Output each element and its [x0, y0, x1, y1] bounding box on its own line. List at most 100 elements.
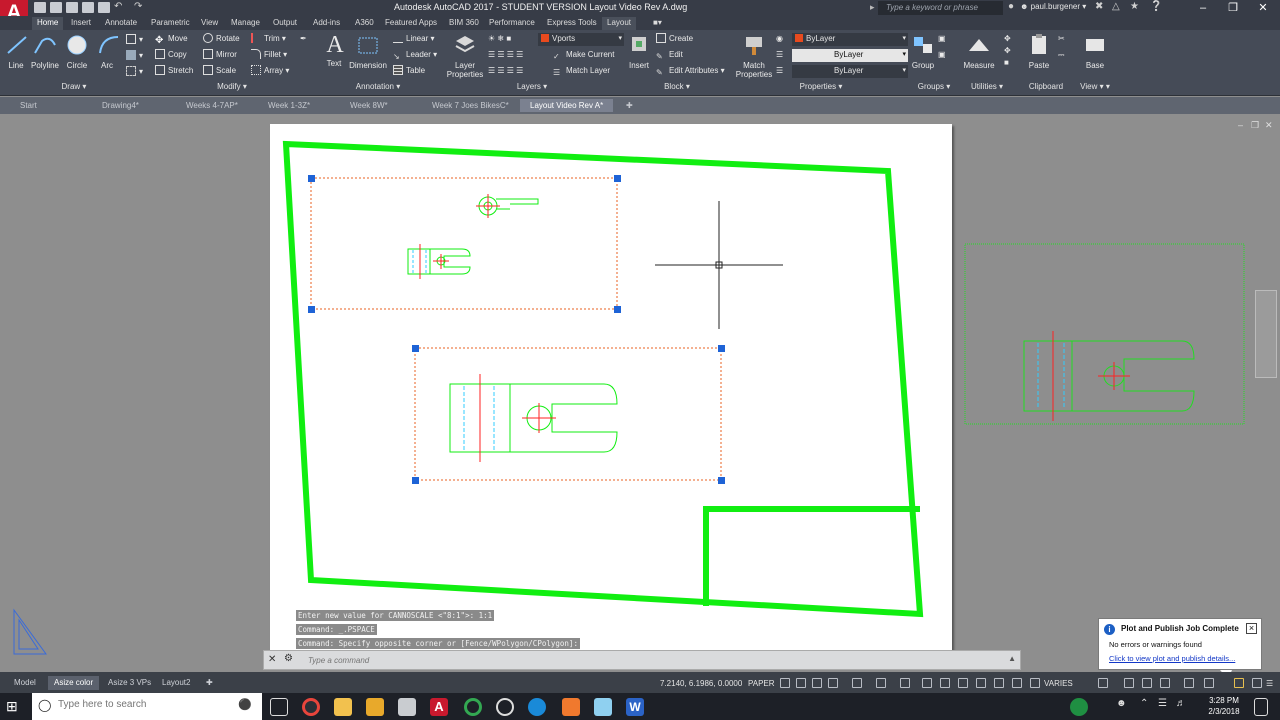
exchange-icon[interactable]: ✖ [1095, 1, 1103, 12]
tab-insert[interactable]: Insert [66, 17, 96, 30]
undo-icon[interactable]: ↶ [114, 1, 122, 12]
taskbar-search-input[interactable] [58, 699, 238, 710]
dimension-button[interactable]: Dimension [347, 33, 389, 70]
tab-express-tools[interactable]: Express Tools [542, 17, 602, 30]
transparency-icon[interactable] [940, 678, 950, 688]
clipboard-panel-title[interactable]: Clipboard [1018, 82, 1074, 94]
doc-tab-week-7-joes-bikes[interactable]: Week 7 Joes BikesC* [422, 99, 519, 112]
word-icon[interactable]: W [626, 698, 644, 716]
taskbar-search-box[interactable]: ◯ ⚫ [32, 693, 262, 720]
dynamic-ucs-icon[interactable] [900, 678, 910, 688]
tab-parametric[interactable]: Parametric [146, 17, 195, 30]
doc-tab-layout-video-rev-a[interactable]: Layout Video Rev A* [520, 99, 614, 112]
text-button[interactable]: A Text [322, 33, 346, 68]
tab-annotate[interactable]: Annotate [100, 17, 142, 30]
user-account[interactable]: ☻ paul.burgener ▾ [1020, 2, 1086, 11]
new-layout-button[interactable]: ✚ [200, 676, 219, 690]
copy-clip-icon[interactable]: ⎓ [1058, 49, 1064, 62]
layer-properties-button[interactable]: Layer Properties [444, 33, 486, 79]
measure-button[interactable]: Measure [962, 33, 996, 70]
tab-view[interactable]: View [196, 17, 223, 30]
annotation-visibility-icon[interactable] [1124, 678, 1134, 688]
paper-space-toggle[interactable]: PAPER [748, 679, 775, 688]
block-panel-title[interactable]: Block ▾ [624, 82, 730, 94]
drawing-canvas[interactable]: – ❐ ✕ Enter new value for CANNOSCALE <"8… [0, 114, 1280, 655]
view-panel-title[interactable]: View ▾ ▾ [1072, 82, 1118, 94]
match-properties-button[interactable]: Match Properties [734, 33, 774, 79]
recorder-icon[interactable] [562, 698, 580, 716]
3d-osnap-icon[interactable] [976, 678, 986, 688]
calculator-icon[interactable] [398, 698, 416, 716]
chrome-icon[interactable] [302, 698, 320, 716]
edit-attributes-button[interactable]: ✎ Edit Attributes ▾ [656, 65, 725, 78]
layer-tools-row-2[interactable]: ☰ ☰ ☰ ☰ [488, 65, 523, 78]
annotation-panel-title[interactable]: Annotation ▾ [316, 82, 440, 94]
layout-tab-asize-color[interactable]: Asize color [48, 676, 100, 690]
annotation-monitor-icon[interactable] [994, 678, 1004, 688]
layer-state-icons[interactable]: ☀ ❄ ■ [488, 33, 511, 46]
hardware-acceleration-icon[interactable] [1184, 678, 1194, 688]
doc-tab-start[interactable]: Start [10, 99, 47, 112]
match-layer-button[interactable]: ☰ Match Layer [553, 65, 610, 78]
draw-more-icon[interactable]: ▾ [126, 66, 143, 79]
annotation-scale-value[interactable]: VARIES [1044, 679, 1073, 688]
command-expand-icon[interactable]: ▲ [1008, 654, 1016, 663]
selection-cycling-icon[interactable] [958, 678, 968, 688]
open-file-icon[interactable] [50, 2, 62, 13]
draw-panel-title[interactable]: Draw ▾ [0, 82, 148, 94]
lineweight-dropdown[interactable]: ByLayer ▾ [792, 65, 908, 78]
insert-block-button[interactable]: Insert [626, 33, 652, 70]
properties-panel-title[interactable]: Properties ▾ [730, 82, 912, 94]
plot-publish-notification[interactable]: i Plot and Publish Job Complete × No err… [1098, 618, 1262, 670]
scale-button[interactable]: Scale [203, 65, 236, 78]
hatch-icon[interactable]: ▾ [126, 50, 143, 63]
table-button[interactable]: Table [393, 65, 425, 78]
command-close-icon[interactable]: ✕ [268, 654, 276, 665]
groups-panel-title[interactable]: Groups ▾ [912, 82, 956, 94]
clean-screen-icon[interactable] [1204, 678, 1214, 688]
erase-icon[interactable]: ✒ [300, 33, 307, 46]
quick-properties-icon[interactable] [1030, 678, 1040, 688]
save-icon[interactable] [66, 2, 78, 13]
linear-button[interactable]: Linear ▾ [393, 33, 435, 46]
notification-close-button[interactable]: × [1246, 623, 1257, 634]
layers-panel-title[interactable]: Layers ▾ [440, 82, 624, 94]
linetype-dropdown[interactable]: ByLayer ▾ [792, 49, 908, 62]
utilities-icons[interactable]: ✥ ✥ ■ [1004, 33, 1011, 67]
command-input[interactable] [308, 654, 968, 667]
array-button[interactable]: Array ▾ [251, 65, 289, 78]
new-file-icon[interactable] [34, 2, 46, 13]
osnap-icon[interactable] [852, 678, 862, 688]
file-explorer-icon[interactable] [334, 698, 352, 716]
action-center-icon[interactable] [1254, 698, 1268, 716]
a360-icon[interactable]: △ [1112, 1, 1120, 12]
ribbon-options-icon[interactable]: ■▾ [648, 17, 667, 30]
layout-tab-asize-3-vps[interactable]: Asize 3 VPs [102, 676, 157, 690]
lineweight-toggle-icon[interactable] [922, 678, 932, 688]
navigation-bar[interactable] [1255, 290, 1277, 378]
layer-dropdown[interactable]: Vports ▾ [538, 33, 624, 46]
minimize-button[interactable]: – [1188, 0, 1218, 16]
system-clock[interactable]: 3:28 PM 2/3/2018 [1196, 695, 1252, 717]
trim-button[interactable]: Trim ▾ [251, 33, 286, 46]
tab-performance[interactable]: Performance [484, 17, 540, 30]
make-current-button[interactable]: ✓ Make Current [553, 49, 614, 62]
leader-button[interactable]: ↘ Leader ▾ [393, 49, 437, 62]
snap-icon[interactable] [780, 678, 790, 688]
cut-icon[interactable]: ✂ [1058, 33, 1065, 46]
isolate-objects-icon[interactable] [1160, 678, 1170, 688]
copy-button[interactable]: Copy [155, 49, 187, 62]
task-view-icon[interactable] [270, 698, 288, 716]
tray-expand-icon[interactable]: ⌃ [1140, 698, 1152, 716]
plot-details-link[interactable]: Click to view plot and publish details..… [1109, 654, 1235, 663]
edge-icon[interactable] [528, 698, 546, 716]
new-tab-button[interactable]: ✚ [622, 99, 637, 112]
group-button[interactable]: Group [910, 33, 936, 70]
units-icon[interactable] [1012, 678, 1022, 688]
utilities-panel-title[interactable]: Utilities ▾ [958, 82, 1016, 94]
tab-output[interactable]: Output [268, 17, 302, 30]
drawing-graphics[interactable] [0, 114, 1280, 650]
doc-tab-week-8w[interactable]: Week 8W* [340, 99, 398, 112]
grid-icon[interactable] [796, 678, 806, 688]
restore-button[interactable]: ❐ [1218, 0, 1248, 16]
